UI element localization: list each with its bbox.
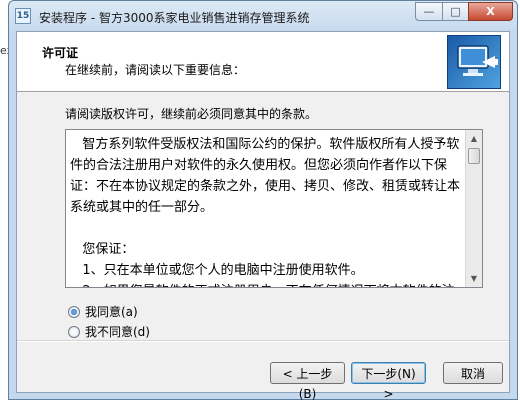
back-button[interactable]: < 上一步(B)	[270, 362, 345, 401]
agree-label: 我同意(a)	[85, 305, 138, 319]
page-subtitle: 在继续前，请阅读以下重要信息：	[65, 63, 246, 77]
disagree-option[interactable]: 我不同意(d)	[68, 323, 150, 340]
maximize-button[interactable]: □	[442, 2, 468, 21]
title-bar[interactable]: 15 安装程序 - 智方3000系家电业销售进销存管理系统 — □ X	[9, 1, 517, 31]
app-icon: 15	[15, 8, 31, 24]
page-title: 许可证	[42, 46, 79, 60]
window-title: 安装程序 - 智方3000系家电业销售进销存管理系统	[39, 11, 310, 25]
license-text: 智方系列软件受版权法和国际公约的保护。软件版权所有人授予软件的合法注册用户对软件…	[70, 137, 461, 287]
scroll-thumb[interactable]	[468, 148, 480, 164]
maximize-icon: □	[450, 5, 461, 18]
minimize-button[interactable]: —	[415, 2, 442, 21]
minimize-icon: —	[423, 5, 435, 18]
cancel-button[interactable]: 取消	[443, 362, 503, 384]
instruction-text: 请阅读版权许可，继续前必须同意其中的条款。	[65, 107, 318, 121]
wizard-body: 许可证 在继续前，请阅读以下重要信息： 请阅读版权许可，继续前必须同意其中的条款…	[16, 31, 510, 401]
installer-computer-icon	[447, 35, 501, 89]
scroll-up-icon[interactable]: ▲	[466, 130, 482, 147]
agree-radio[interactable]	[68, 305, 80, 318]
vertical-scrollbar[interactable]: ▲ ▼	[465, 130, 482, 287]
caption-buttons: — □ X	[415, 2, 513, 21]
wizard-header: 许可证 在继续前，请阅读以下重要信息：	[17, 32, 509, 92]
close-button[interactable]: X	[468, 2, 513, 21]
next-button[interactable]: 下一步(N) >	[351, 362, 426, 401]
agree-option[interactable]: 我同意(a)	[68, 303, 138, 320]
close-icon: X	[486, 5, 495, 18]
button-separator	[17, 340, 509, 342]
disagree-label: 我不同意(d)	[85, 325, 150, 339]
installer-window: 15 安装程序 - 智方3000系家电业销售进销存管理系统 — □ X 许可证 …	[8, 0, 518, 401]
license-textbox[interactable]: 智方系列软件受版权法和国际公约的保护。软件版权所有人授予软件的合法注册用户对软件…	[65, 129, 483, 288]
scroll-down-icon[interactable]: ▼	[466, 270, 482, 287]
disagree-radio[interactable]	[68, 325, 80, 338]
